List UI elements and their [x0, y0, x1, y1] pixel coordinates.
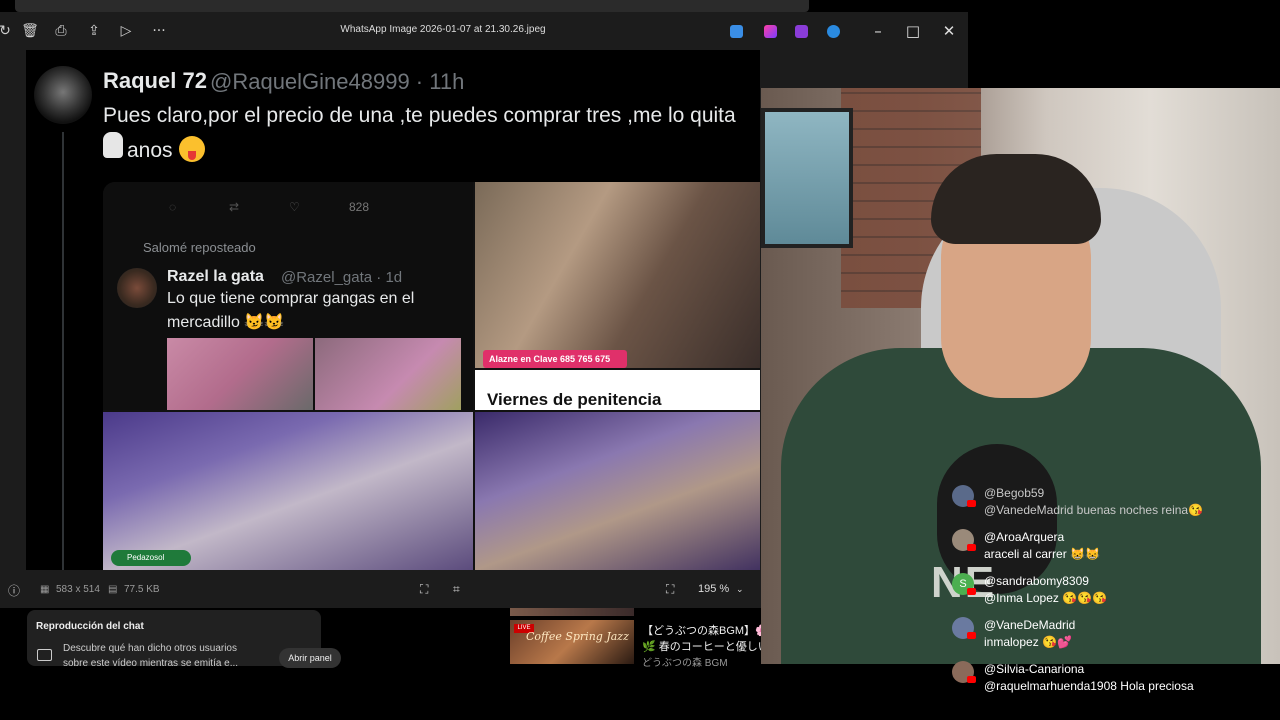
thumbnail-text: Coffee Spring Jazz	[526, 630, 629, 643]
youtube-icon	[967, 632, 976, 639]
youtube-icon	[967, 544, 976, 551]
share-icon[interactable]: ⇪	[85, 22, 103, 40]
thread-line	[62, 132, 64, 570]
like-icon: ♡	[289, 200, 300, 214]
filesize-icon: ▤	[108, 584, 118, 595]
streamer-hair	[931, 154, 1101, 244]
tweet-avatar	[34, 66, 92, 124]
maximize-button[interactable]: □	[902, 20, 924, 42]
streamer-photo-bottom-left	[103, 412, 473, 570]
more-options-button[interactable]: ···	[150, 22, 168, 40]
chat-replay-description-cont: sobre este vídeo mientras se emitía e...	[63, 658, 239, 666]
delete-icon[interactable]: 🗑	[21, 22, 39, 40]
chat-message: @AroaArquera araceli al carrer 😸😸	[950, 526, 1280, 570]
info-icon[interactable]: ⓘ	[8, 582, 20, 599]
embedded-collage-image: ◌ ⇄ ♡ 828 Salomé reposteado Razel la gat…	[103, 182, 760, 570]
tweet-text-line1: Pues claro,por el precio de una ,te pued…	[103, 104, 736, 127]
repost-label: Salomé reposteado	[143, 240, 256, 255]
video-channel[interactable]: どうぶつの森 BGM	[642, 654, 728, 669]
dimensions-icon: ▦	[40, 584, 50, 595]
chat-text: inmalopez 😘💕	[984, 635, 1072, 649]
youtube-icon	[967, 588, 976, 595]
video-title-cont[interactable]: 🌿 春のコーヒーと優しい	[642, 638, 769, 654]
chat-username: @AroaArquera	[984, 530, 1065, 544]
embedded-author-name: Razel la gata	[167, 268, 264, 285]
image-canvas[interactable]: Raquel 72 @RaquelGine48999 · 11h ··· Pue…	[26, 50, 760, 570]
chat-username: @Begob59	[984, 486, 1045, 500]
background-monitor	[761, 108, 853, 248]
photo-tag: Pedazosol	[111, 550, 191, 566]
viewer-statusbar: ⓘ ▦ 583 x 514 ▤ 77.5 KB ⛶ ⌗ ⛶ 195 % ⌄	[0, 570, 760, 608]
caption-text: Viernes de penitencia	[487, 390, 662, 409]
chat-text: @raquelmarhuenda1908 Hola preciosa	[984, 679, 1194, 693]
chat-text: @VanedeMadrid buenas noches reina😘	[984, 503, 1204, 517]
zoom-dropdown[interactable]: 195 % ⌄	[688, 578, 758, 600]
chat-username: @Silvia-Canariona	[984, 662, 1085, 676]
embedded-handle: @Razel_gata · 1d	[281, 269, 403, 286]
viewer-titlebar: ↻ 🗑 ⎙ ⇪ ▷ ··· WhatsApp Image 2026-01-07 …	[0, 12, 968, 50]
file-size: 77.5 KB	[124, 584, 160, 595]
views-count: 828	[349, 200, 370, 214]
print-icon[interactable]: ⎙	[52, 22, 70, 40]
chat-text: @Inma Lopez 😘😘😘	[984, 591, 1108, 605]
embedded-text-line2: mercadillo 😼😼	[167, 314, 285, 331]
embedded-text-line1: Lo que tiene comprar gangas en el	[167, 290, 415, 307]
chat-message: @Silvia-Canariona @raquelmarhuenda1908 H…	[950, 658, 1280, 702]
slideshow-icon[interactable]: ▷	[117, 22, 135, 40]
text-scan-icon[interactable]: ⌗	[453, 582, 460, 597]
tongue-emoji-icon	[178, 136, 205, 162]
youtube-icon	[967, 676, 976, 683]
edit-app-icon[interactable]	[730, 25, 743, 38]
video-thumbnail-prev[interactable]	[510, 608, 634, 616]
chat-username: @VaneDeMadrid	[984, 618, 1076, 632]
repost-icon: ⇄	[229, 200, 240, 214]
streamer-photo-top	[475, 182, 760, 368]
reply-icon: ◌	[169, 200, 177, 214]
caption-badge: Alazne en Clave 685 765 675	[483, 350, 627, 368]
image-dimensions: 583 x 514	[56, 584, 100, 595]
background-window-strip	[15, 0, 809, 12]
chat-message: S @sandrabomy8309 @Inma Lopez 😘😘😘	[950, 570, 1280, 614]
clipchamp-app-icon[interactable]	[795, 25, 808, 38]
streamer-photo-bottom-right	[475, 412, 760, 570]
live-chat-overlay: @Begob59 @VanedeMadrid buenas noches rei…	[950, 482, 1280, 702]
designer-app-icon[interactable]	[764, 25, 777, 38]
tweet-author-name: Raquel 72	[103, 68, 207, 93]
chat-message: @VaneDeMadrid inmalopez 😘💕	[950, 614, 1280, 658]
file-title: WhatsApp Image 2026-01-07 at 21.30.26.jp…	[340, 24, 546, 35]
chat-username: @sandrabomy8309	[984, 574, 1089, 588]
embedded-avatar	[117, 268, 157, 308]
zoom-level: 195 %	[698, 583, 730, 595]
chat-message: @Begob59 @VanedeMadrid buenas noches rei…	[950, 482, 1280, 526]
video-title[interactable]: 【どうぶつの森BGM】🌸	[642, 622, 769, 638]
chat-replay-description: Descubre qué han dicho otros usuarios	[63, 643, 237, 654]
tweet-handle: @RaquelGine48999 · 11h	[210, 69, 465, 94]
fullscreen-icon[interactable]: ⛶	[666, 582, 674, 597]
embedded-photo-1	[167, 338, 313, 410]
fit-icon[interactable]: ⛶	[420, 582, 428, 597]
close-button[interactable]: ✕	[938, 20, 960, 42]
chevron-down-icon: ⌄	[736, 584, 744, 594]
rotate-icon[interactable]: ↻	[0, 22, 14, 40]
chat-bubble-icon	[37, 649, 52, 661]
hand-cursor-icon	[103, 132, 123, 158]
chat-replay-title: Reproducción del chat	[36, 621, 144, 632]
minimize-button[interactable]: –	[867, 20, 889, 42]
youtube-icon	[967, 500, 976, 507]
embedded-photo-2	[315, 338, 461, 410]
chat-replay-card: Reproducción del chat Descubre qué han d…	[27, 610, 341, 668]
open-panel-button[interactable]: Abrir panel	[279, 648, 341, 668]
chat-text: araceli al carrer 😸😸	[984, 547, 1100, 561]
onedrive-icon[interactable]	[827, 25, 840, 38]
embedded-tweet: ◌ ⇄ ♡ 828 Salomé reposteado Razel la gat…	[103, 182, 473, 410]
